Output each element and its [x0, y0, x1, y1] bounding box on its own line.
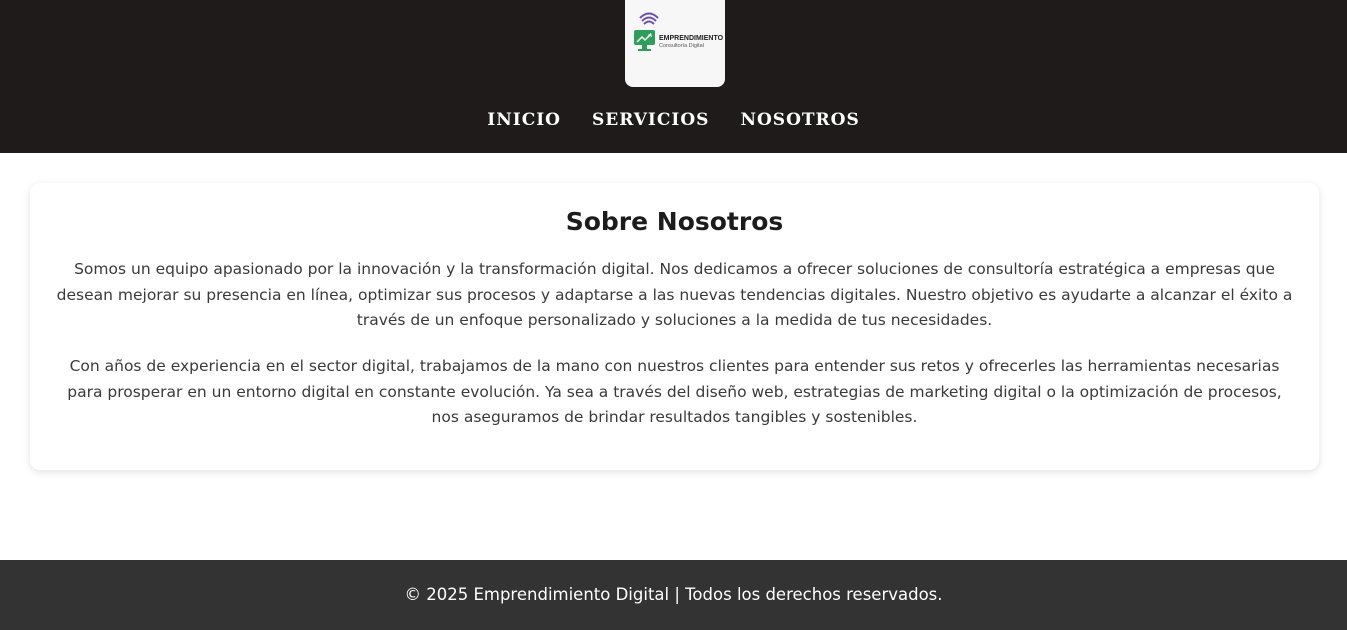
about-paragraph-2: Con años de experiencia en el sector dig…: [67, 357, 1282, 426]
monitor-growth-icon: EMPRENDIMIENTO Consultoría Digital: [634, 12, 724, 51]
site-footer: © 2025 Emprendimiento Digital | Todos lo…: [0, 560, 1347, 630]
logo-title: EMPRENDIMIENTO: [659, 35, 724, 42]
site-header: EMPRENDIMIENTO Consultoría Digital INICI…: [0, 0, 1347, 153]
footer-copyright: © 2025 Emprendimiento Digital | Todos lo…: [404, 585, 943, 604]
nav-item-nosotros[interactable]: NOSOTROS: [740, 108, 859, 132]
logo-subtitle: Consultoría Digital: [659, 43, 704, 49]
about-paragraph-1: Somos un equipo apasionado por la innova…: [56, 260, 1293, 329]
nav-item-servicios[interactable]: SERVICIOS: [592, 108, 709, 132]
nav-item-inicio[interactable]: INICIO: [487, 108, 561, 132]
main-nav: INICIO SERVICIOS NOSOTROS: [0, 108, 1347, 132]
about-title: Sobre Nosotros: [565, 207, 784, 236]
logo[interactable]: EMPRENDIMIENTO Consultoría Digital: [625, 0, 725, 87]
about-card: Sobre Nosotros Somos un equipo apasionad…: [30, 183, 1319, 470]
